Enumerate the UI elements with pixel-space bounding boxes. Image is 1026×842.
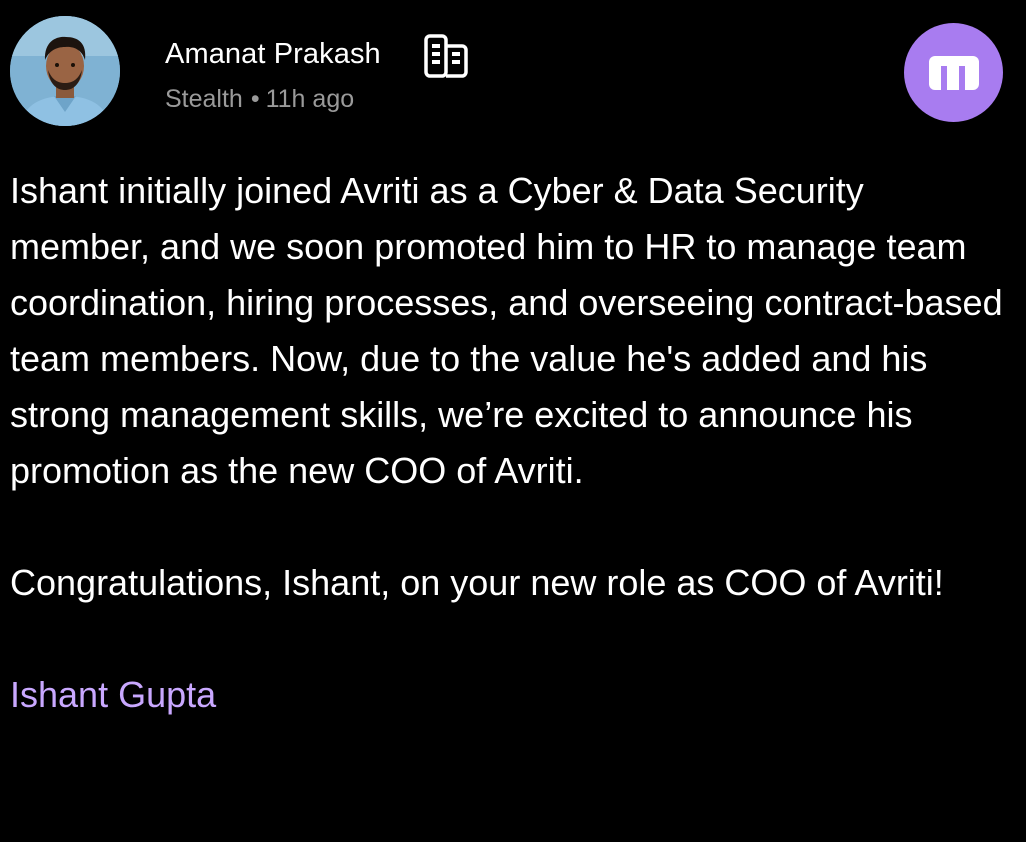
- post-header: Amanat Prakash Stealth • 11h ago: [0, 0, 1026, 140]
- building-icon: [422, 32, 470, 80]
- mention-line: Ishant Gupta: [10, 667, 1010, 723]
- m-logo-icon: [929, 56, 979, 90]
- post-paragraph: Ishant initially joined Avriti as a Cybe…: [10, 170, 1003, 491]
- post-time: 11h ago: [265, 85, 355, 113]
- author-name[interactable]: Amanat Prakash: [165, 38, 381, 71]
- post-body: Ishant initially joined Avriti as a Cybe…: [10, 163, 1010, 723]
- brand-badge[interactable]: [904, 23, 1003, 122]
- post-meta: Stealth • 11h ago: [165, 85, 354, 114]
- post-paragraph: Congratulations, Ishant, on your new rol…: [10, 562, 944, 603]
- author-avatar[interactable]: [10, 16, 120, 126]
- author-company: Stealth: [165, 85, 243, 113]
- avatar-image: [10, 16, 120, 126]
- mention-link[interactable]: Ishant Gupta: [10, 667, 216, 723]
- meta-separator: •: [250, 85, 260, 113]
